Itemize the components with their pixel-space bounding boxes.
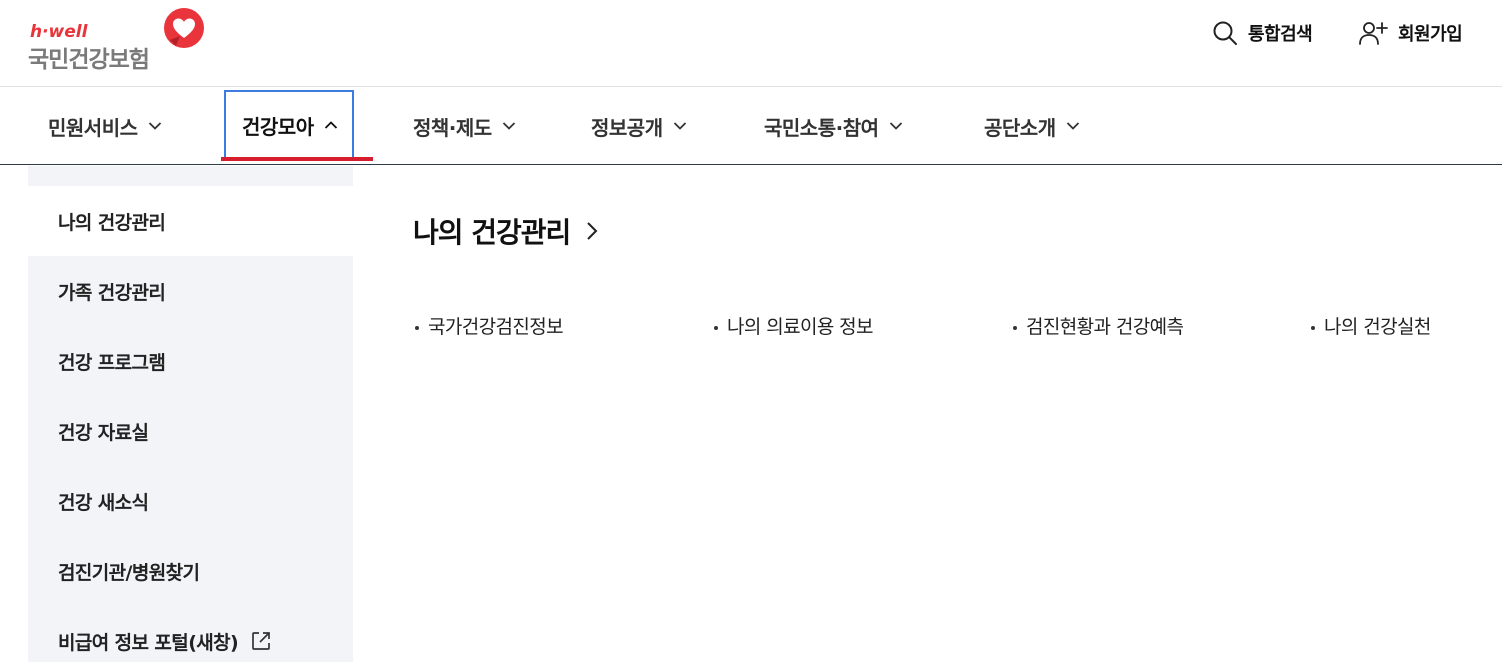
sidebar-item-find-hospital[interactable]: 검진기관/병원찾기 [28, 536, 353, 606]
sidebar-item-label: 건강 자료실 [58, 421, 149, 444]
logo-name: 국민건강보험 [28, 47, 150, 73]
link-checkup-status-prediction[interactable]: 검진현황과 건강예측 [1013, 312, 1184, 339]
external-link-icon [252, 632, 270, 650]
integrated-search-label: 통합검색 [1248, 24, 1313, 45]
sidebar-item-label: 건강 새소식 [58, 491, 149, 514]
join-label: 회원가입 [1398, 24, 1463, 45]
chevron-down-icon [148, 122, 161, 130]
gnb-item-policy[interactable]: 정책·제도 [413, 91, 516, 161]
gnb-item-label: 정책·제도 [413, 115, 492, 140]
search-icon [1213, 21, 1237, 45]
gnb-item-health-moa[interactable]: 건강모아 [224, 90, 354, 160]
gnb-active-indicator [221, 157, 373, 161]
sidebar-item-my-health[interactable]: 나의 건강관리 [28, 186, 353, 256]
gnb-item-label: 민원서비스 [48, 115, 138, 140]
gnb-item-label: 국민소통·참여 [764, 115, 879, 140]
logo-brand: h·well [30, 22, 88, 42]
gnb-item-civil-service[interactable]: 민원서비스 [48, 91, 162, 161]
chevron-right-icon [587, 222, 598, 240]
page-title: 나의 건강관리 [413, 216, 571, 249]
sidebar-item-non-covered-portal[interactable]: 비급여 정보 포털(새창) [28, 606, 353, 662]
site-header: h·well 국민건강보험 통합검색 회원가입 [0, 0, 1502, 87]
sub-menu-sidebar: 나의 건강관리 가족 건강관리 건강 프로그램 건강 자료실 건강 새소식 검진… [28, 166, 353, 662]
chevron-down-icon [889, 122, 902, 130]
chevron-up-icon [324, 121, 337, 129]
gnb-item-participation[interactable]: 국민소통·참여 [764, 91, 903, 161]
site-logo[interactable]: h·well 국민건강보험 [28, 6, 208, 73]
bullet-icon [714, 325, 718, 330]
sidebar-item-label: 건강 프로그램 [58, 351, 166, 374]
chevron-down-icon [1066, 122, 1079, 130]
bullet-icon [1013, 325, 1017, 330]
page-title-link[interactable]: 나의 건강관리 [413, 211, 598, 251]
link-my-health-practice[interactable]: 나의 건강실천 [1311, 312, 1431, 339]
sidebar-item-label: 비급여 정보 포털(새창) [58, 631, 239, 654]
link-label: 검진현황과 건강예측 [1026, 316, 1184, 338]
sidebar-item-label: 검진기관/병원찾기 [58, 561, 200, 584]
sidebar-item-family-health[interactable]: 가족 건강관리 [28, 256, 353, 326]
sidebar-item-label: 가족 건강관리 [58, 281, 166, 304]
heart-logo-icon [164, 8, 204, 48]
sidebar-item-health-news[interactable]: 건강 새소식 [28, 466, 353, 536]
bullet-icon [415, 325, 419, 330]
integrated-search-button[interactable]: 통합검색 [1212, 20, 1313, 46]
chevron-down-icon [673, 122, 686, 130]
gnb-item-label: 공단소개 [984, 115, 1056, 140]
join-button[interactable]: 회원가입 [1358, 20, 1463, 46]
link-label: 국가건강검진정보 [428, 316, 564, 338]
link-national-checkup-info[interactable]: 국가건강검진정보 [415, 312, 564, 339]
sidebar-item-health-program[interactable]: 건강 프로그램 [28, 326, 353, 396]
bullet-icon [1311, 325, 1315, 330]
sidebar-item-label: 나의 건강관리 [58, 211, 166, 234]
link-label: 나의 건강실천 [1324, 316, 1431, 338]
user-plus-icon [1359, 22, 1388, 45]
gnb-item-about[interactable]: 공단소개 [984, 91, 1080, 161]
gnb-item-info-disclosure[interactable]: 정보공개 [591, 91, 687, 161]
link-label: 나의 의료이용 정보 [727, 316, 874, 338]
gnb-item-label: 정보공개 [591, 115, 663, 140]
chevron-down-icon [502, 122, 515, 130]
gnb-item-label: 건강모아 [242, 114, 314, 139]
link-my-medical-usage[interactable]: 나의 의료이용 정보 [714, 312, 874, 339]
sidebar-item-health-library[interactable]: 건강 자료실 [28, 396, 353, 466]
main-navigation: 민원서비스 건강모아 정책·제도 정보공개 국민소통·참여 공단소개 [0, 87, 1502, 165]
